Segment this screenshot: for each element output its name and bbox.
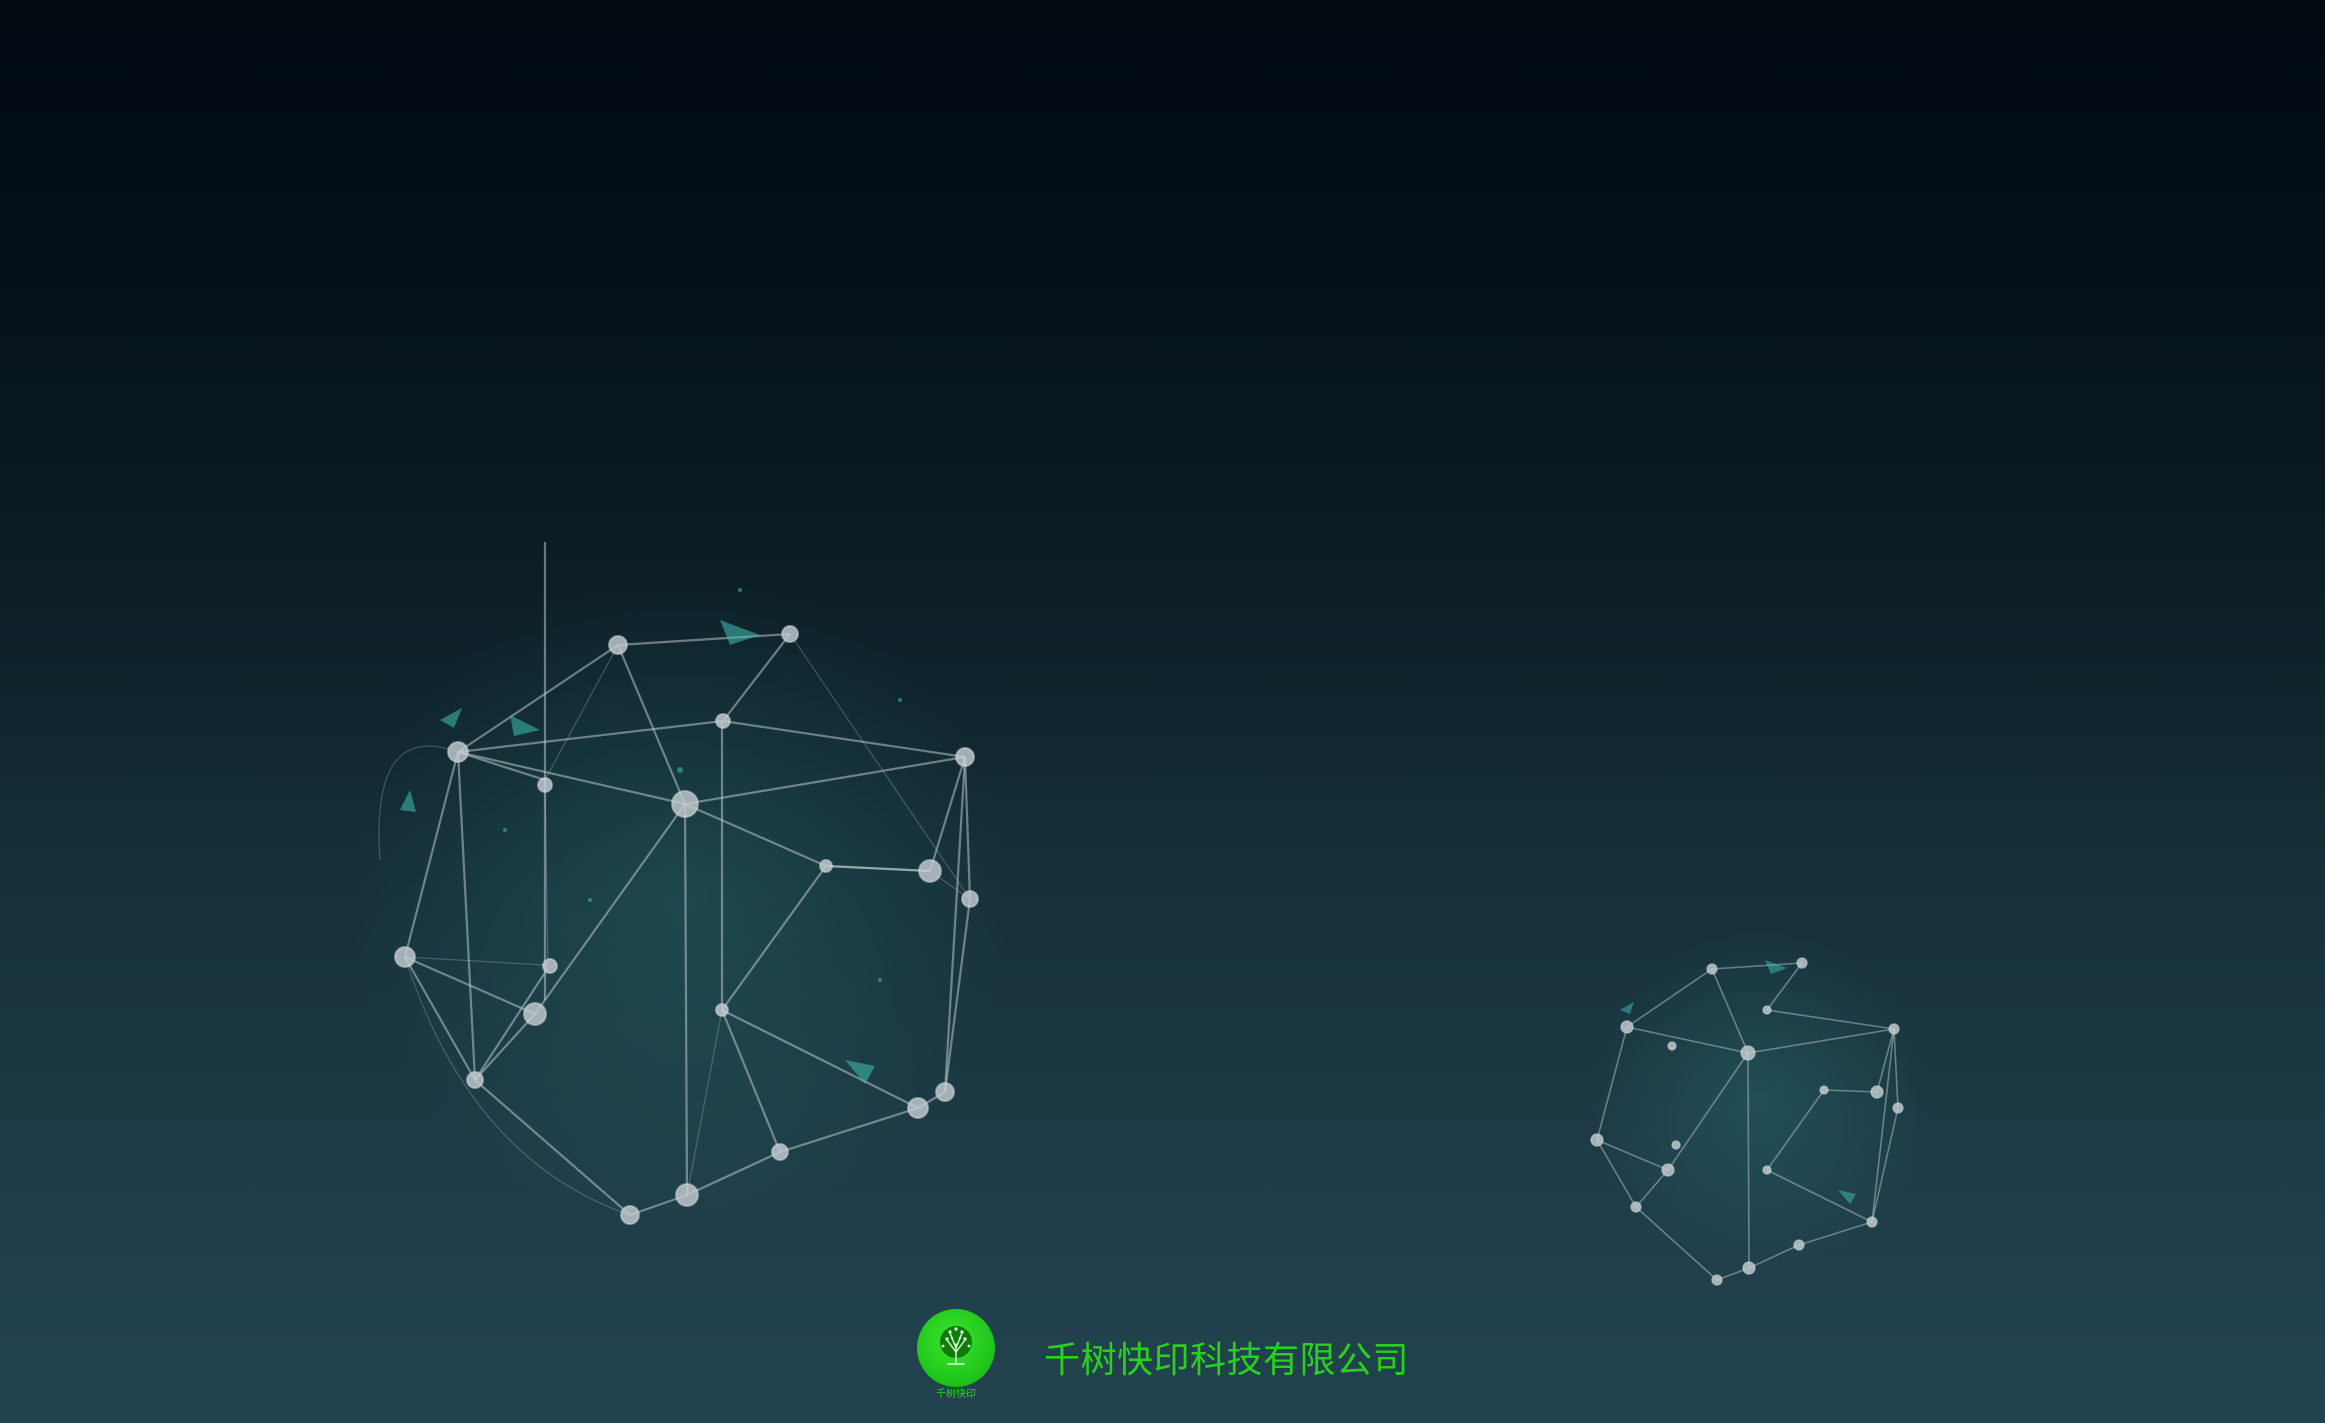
footer-brand: 千树快印 千树快印科技有限公司 <box>0 1302 2325 1412</box>
logo-caption: 千树快印 <box>935 1389 976 1400</box>
network-sphere-small <box>1590 930 1930 1286</box>
company-logo: 千树快印 <box>916 1309 996 1405</box>
network-sphere-large <box>350 542 1010 1230</box>
tree-icon <box>916 1309 995 1387</box>
company-name: 千树快印科技有限公司 <box>1043 1340 1409 1381</box>
background-network-graphic <box>350 542 1930 1286</box>
